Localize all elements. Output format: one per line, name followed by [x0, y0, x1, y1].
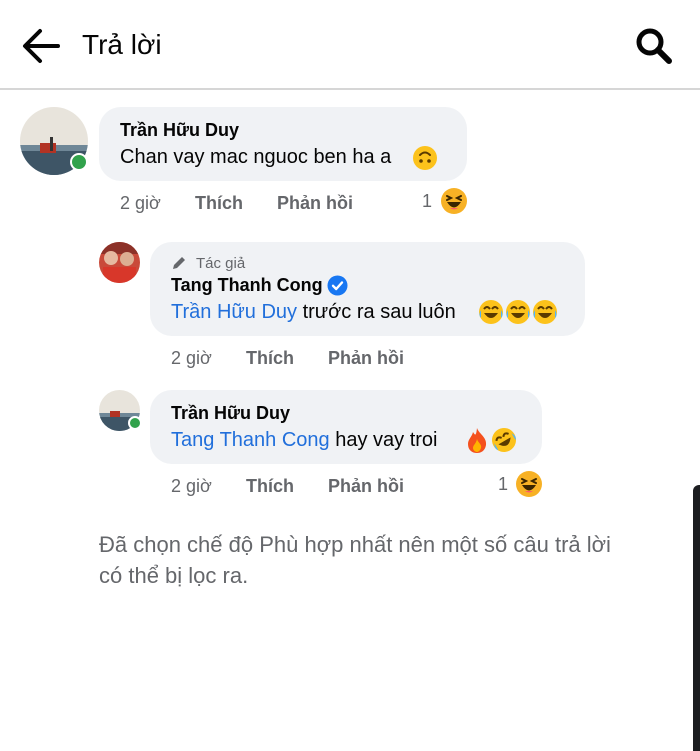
comment-author[interactable]: Trần Hữu Duy	[120, 120, 239, 141]
reply-author[interactable]: Trần Hữu Duy	[171, 403, 290, 424]
scrollbar-edge	[693, 485, 700, 751]
reply-time: 2 giờ	[171, 348, 212, 368]
like-button[interactable]: Thích	[246, 348, 294, 369]
page-title: Trả lời	[82, 29, 162, 60]
online-status-dot	[70, 153, 88, 171]
top-bar: Trả lời	[0, 0, 700, 88]
reply-text-body: trước ra sau luôn	[297, 301, 456, 323]
fire-icon	[465, 427, 489, 459]
search-icon[interactable]	[634, 26, 674, 66]
reply-text-body: hay vay troi	[329, 429, 438, 451]
haha-emoji-icon[interactable]	[440, 187, 468, 220]
like-button[interactable]: Thích	[195, 193, 243, 214]
back-arrow-icon[interactable]	[20, 26, 62, 66]
rolling-laughing-emoji-icon	[490, 426, 518, 459]
pencil-icon	[170, 254, 188, 277]
author-badge: Tác giả	[196, 255, 246, 272]
online-status-dot	[128, 416, 142, 430]
reaction-count[interactable]: 1	[422, 191, 432, 212]
upside-down-face-icon	[412, 145, 438, 176]
like-button[interactable]: Thích	[246, 476, 294, 497]
reply-button[interactable]: Phản hồi	[328, 476, 404, 497]
mention-link[interactable]: Tang Thanh Cong	[171, 429, 330, 451]
avatar[interactable]	[99, 242, 140, 283]
header-divider	[0, 88, 700, 90]
filter-notice: Đã chọn chế độ Phù hợp nhất nên một số c…	[99, 532, 611, 588]
reaction-count[interactable]: 1	[498, 474, 508, 495]
reply-button[interactable]: Phản hồi	[328, 348, 404, 369]
comment-text: Chan vay mac nguoc ben ha a	[120, 146, 392, 168]
mention-link[interactable]: Trần Hữu Duy	[171, 301, 297, 323]
reply-time: 2 giờ	[171, 476, 212, 496]
comment-time: 2 giờ	[120, 193, 161, 213]
verified-badge-icon	[327, 275, 348, 301]
haha-emoji-icon[interactable]	[515, 470, 543, 503]
reply-button[interactable]: Phản hồi	[277, 193, 353, 214]
laughing-tears-emoji-icon	[478, 299, 558, 330]
reply-author[interactable]: Tang Thanh Cong	[171, 275, 323, 296]
reply-text: Trần Hữu Duy trước ra sau luôn	[171, 301, 456, 324]
reply-text: Tang Thanh Cong hay vay troi	[171, 429, 437, 452]
